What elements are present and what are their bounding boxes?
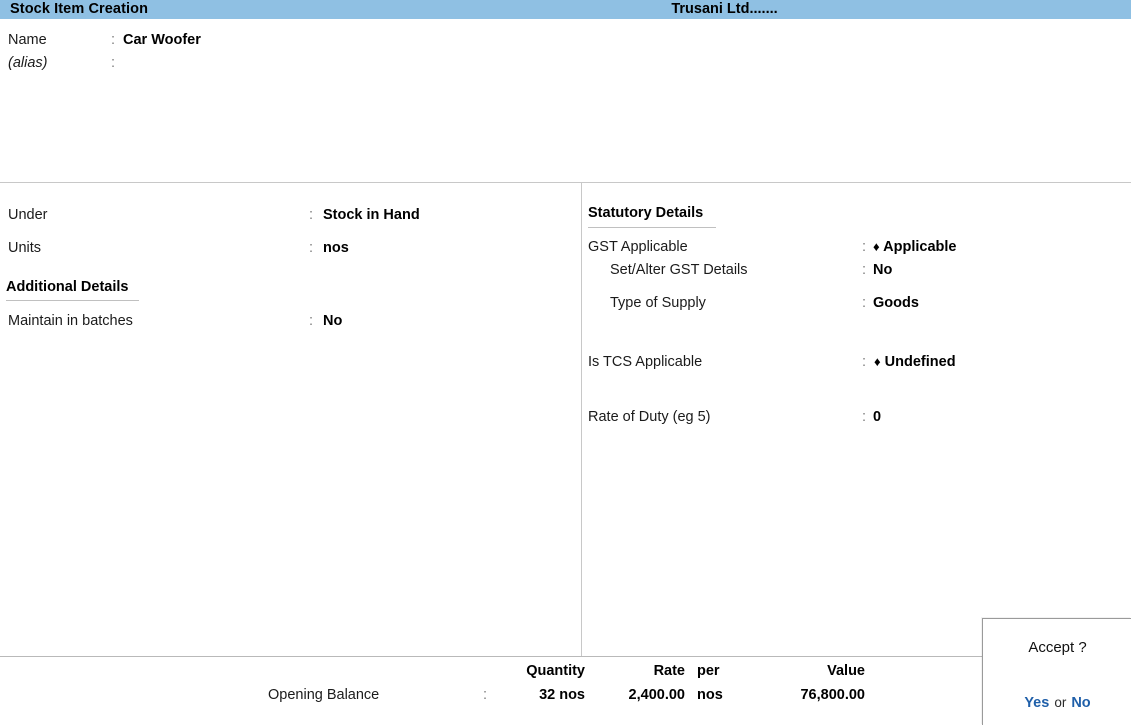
gst-applicable-value[interactable]: ♦ Applicable: [873, 239, 956, 255]
maintain-in-batches-label: Maintain in batches: [8, 313, 133, 329]
additional-details-underline: [6, 300, 139, 301]
under-label: Under: [8, 207, 48, 223]
accept-dialog: Accept ? Yes or No: [982, 618, 1131, 725]
rate-of-duty-value[interactable]: 0: [873, 409, 881, 425]
opening-balance-per[interactable]: nos: [697, 687, 723, 703]
name-input[interactable]: Car Woofer: [123, 32, 201, 48]
alias-label: (alias): [8, 55, 48, 71]
alias-colon: :: [111, 55, 116, 71]
column-header-rate: Rate: [653, 663, 685, 679]
column-header-quantity: Quantity: [526, 663, 585, 679]
column-header-value: Value: [827, 663, 865, 679]
accept-dialog-actions: Yes or No: [983, 695, 1131, 711]
is-tcs-applicable-value[interactable]: ♦ Undefined: [874, 354, 956, 370]
column-header-per: per: [697, 663, 720, 679]
accept-or-separator: or: [1054, 695, 1067, 710]
rate-of-duty-colon: :: [862, 409, 867, 425]
opening-balance-label: Opening Balance: [268, 687, 380, 703]
accept-yes-button[interactable]: Yes: [1024, 695, 1049, 711]
type-of-supply-label: Type of Supply: [610, 295, 706, 311]
units-value[interactable]: nos: [323, 240, 349, 256]
title-bar: Stock Item Creation Trusani Ltd.......: [0, 0, 1131, 19]
is-tcs-applicable-value-text: Undefined: [884, 354, 956, 370]
type-of-supply-value[interactable]: Goods: [873, 295, 919, 311]
company-name: Trusani Ltd.......: [671, 1, 778, 17]
under-value[interactable]: Stock in Hand: [323, 207, 420, 223]
name-label: Name: [8, 32, 47, 48]
maintain-in-batches-colon: :: [309, 313, 314, 329]
gst-applicable-value-text: Applicable: [883, 239, 957, 255]
gst-applicable-label: GST Applicable: [588, 239, 688, 255]
is-tcs-applicable-label: Is TCS Applicable: [588, 354, 703, 370]
units-label: Units: [8, 240, 42, 256]
statutory-details-underline: [588, 227, 716, 228]
under-colon: :: [309, 207, 314, 223]
name-block: Name : Car Woofer (alias) :: [0, 19, 1131, 182]
maintain-in-batches-value[interactable]: No: [323, 313, 342, 329]
type-of-supply-colon: :: [862, 295, 867, 311]
accept-no-button[interactable]: No: [1071, 695, 1090, 711]
set-alter-gst-details-label: Set/Alter GST Details: [610, 262, 748, 278]
statutory-details-heading: Statutory Details: [588, 205, 704, 221]
units-colon: :: [309, 240, 314, 256]
left-panel: Under : Stock in Hand Units : nos Additi…: [0, 183, 581, 656]
rate-of-duty-label: Rate of Duty (eg 5): [588, 409, 711, 425]
is-tcs-applicable-colon: :: [862, 354, 867, 370]
diamond-icon: ♦: [874, 354, 881, 369]
gst-applicable-colon: :: [862, 239, 867, 255]
set-alter-gst-details-value[interactable]: No: [873, 262, 892, 278]
additional-details-heading: Additional Details: [6, 279, 129, 295]
right-panel: Statutory Details GST Applicable : ♦ App…: [582, 183, 1131, 656]
accept-dialog-title: Accept ?: [1028, 639, 1087, 656]
opening-balance-value[interactable]: 76,800.00: [745, 687, 865, 703]
opening-balance-quantity[interactable]: 32 nos: [445, 687, 585, 703]
diamond-icon: ♦: [873, 239, 880, 254]
name-colon: :: [111, 32, 116, 48]
opening-balance-rate[interactable]: 2,400.00: [565, 687, 685, 703]
opening-balance-bar: Quantity Rate per Value Opening Balance …: [0, 657, 1131, 725]
set-alter-gst-details-colon: :: [862, 262, 867, 278]
